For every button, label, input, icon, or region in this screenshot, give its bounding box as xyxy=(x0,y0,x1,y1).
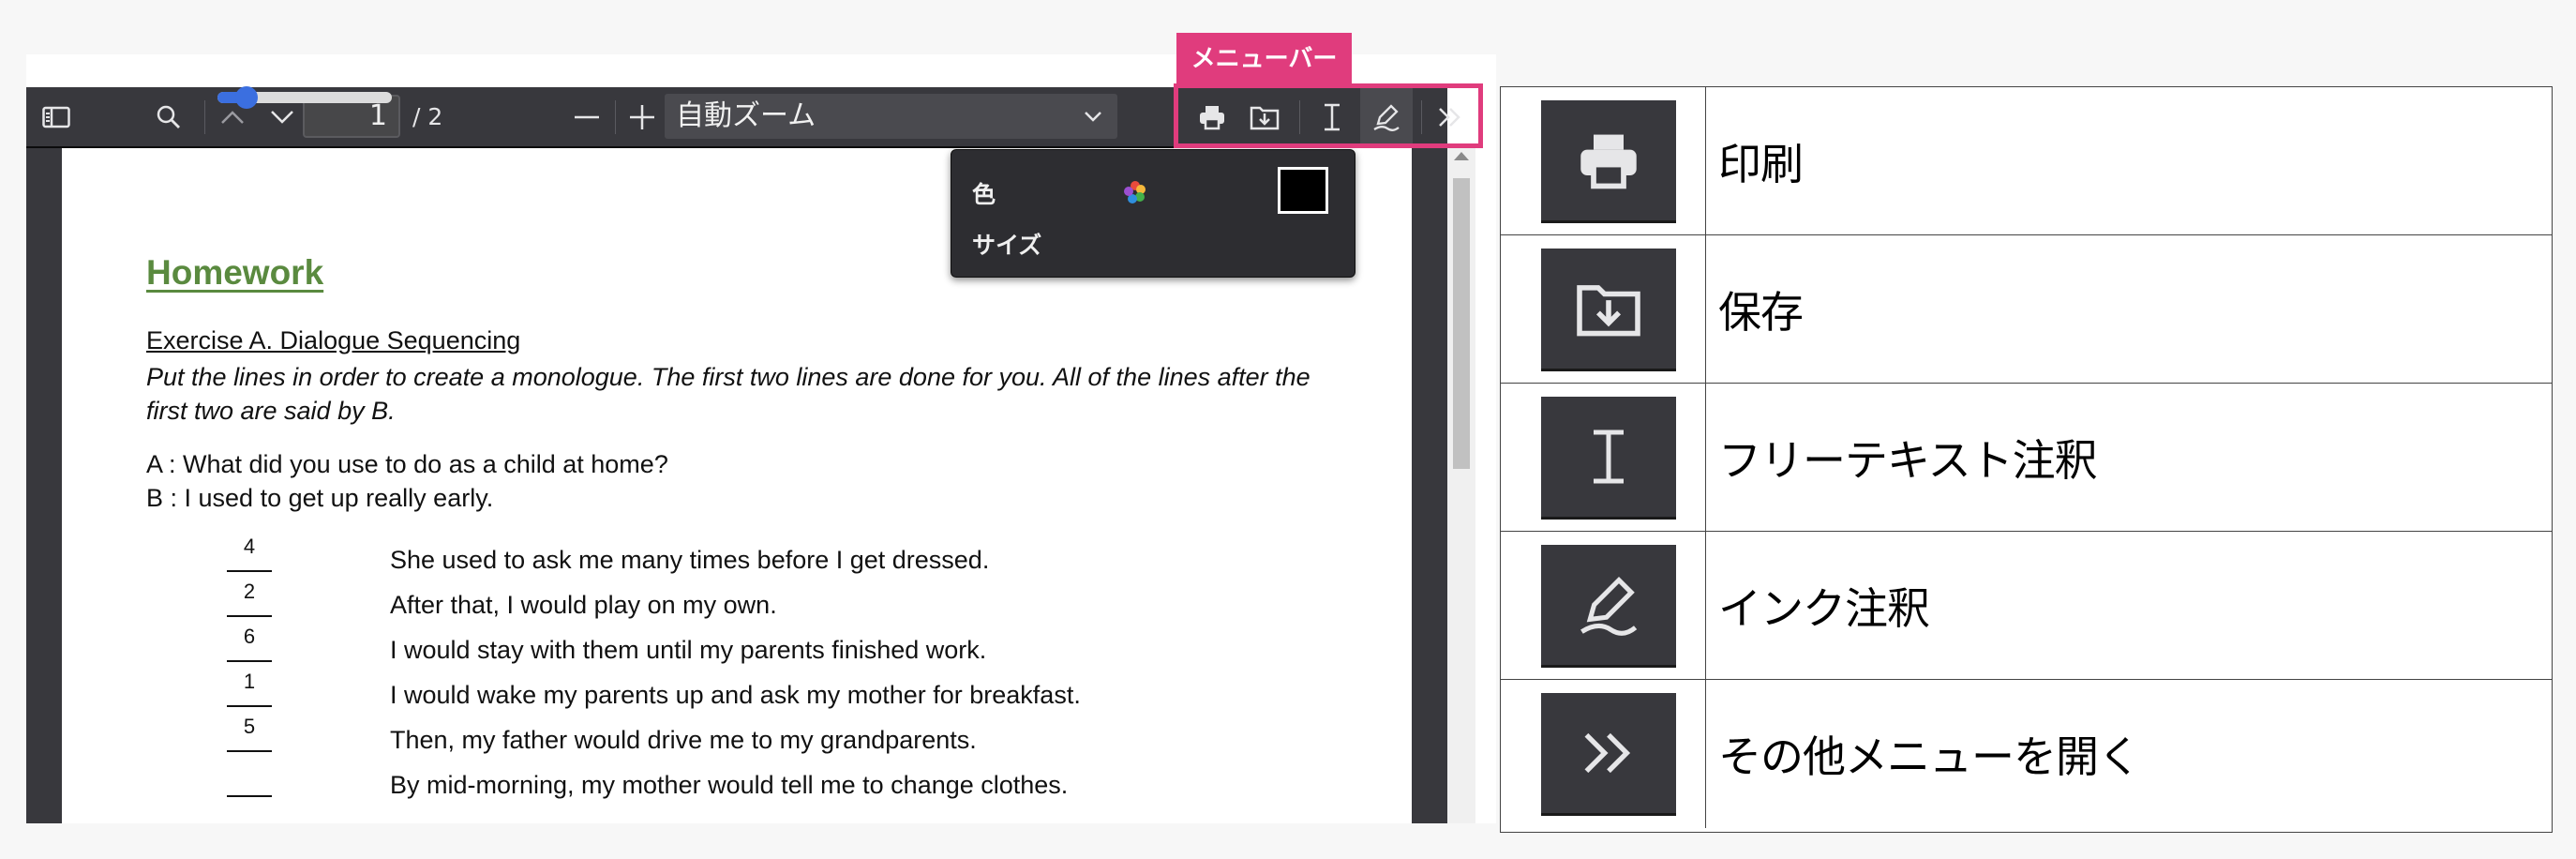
legend-row: 保存 xyxy=(1501,235,2552,384)
ink-size-label: サイズ xyxy=(972,232,1042,259)
menubar-callout-label: メニューバー xyxy=(1176,33,1352,86)
item-text: I would wake my parents up and ask my mo… xyxy=(390,681,1081,709)
zoom-in-button[interactable] xyxy=(616,87,668,146)
item-text: She used to ask me many times before I g… xyxy=(390,546,990,574)
doc-title: Homework xyxy=(146,253,324,292)
legend-row: インク注釈 xyxy=(1501,532,2552,680)
color-wheel-icon xyxy=(1124,181,1146,203)
list-item: 2 After that, I would play on my own. xyxy=(227,580,1352,630)
pen-icon-tile xyxy=(1541,545,1676,665)
viewer-left-margin xyxy=(26,148,62,823)
exercise-heading: Exercise A. Dialogue Sequencing xyxy=(146,326,521,354)
ink-color-picker[interactable] xyxy=(1278,167,1328,214)
scrollbar-thumb[interactable] xyxy=(1453,178,1470,469)
item-text: I would stay with them until my parents … xyxy=(390,636,987,664)
answer-blank: 5 xyxy=(227,715,272,752)
print-icon-tile xyxy=(1541,100,1676,220)
legend-label: 保存 xyxy=(1718,286,1804,338)
list-item: 1 I would wake my parents up and ask my m… xyxy=(227,670,1352,720)
sidebar-toggle-icon xyxy=(42,106,70,128)
answer-blank: 2 xyxy=(227,580,272,617)
legend-row: フリーテキスト注釈 xyxy=(1501,384,2552,532)
chevron-down-icon xyxy=(271,110,293,124)
search-icon xyxy=(157,105,180,128)
text-cursor-icon-tile xyxy=(1541,397,1676,517)
exercise-instruction: Put the lines in order to create a monol… xyxy=(146,363,1310,425)
list-item: 5 Then, my father would drive me to my gr… xyxy=(227,715,1352,765)
legend-label: その他メニューを開く xyxy=(1718,731,2141,782)
legend-label: 印刷 xyxy=(1718,138,1804,189)
sidebar-toggle-button[interactable] xyxy=(30,87,82,146)
list-item: 6 I would stay with them until my parents… xyxy=(227,625,1352,675)
ink-size-slider-thumb[interactable] xyxy=(235,86,258,109)
double-chevron-right-icon-tile xyxy=(1541,693,1676,813)
item-text: Then, my father would drive me to my gra… xyxy=(390,726,977,754)
save-icon xyxy=(1577,285,1640,337)
search-button[interactable] xyxy=(142,87,195,146)
legend-table: 印刷 保存 フリーテキスト注釈 インク注釈 その他メニューを開く xyxy=(1500,86,2553,833)
text-cursor-icon xyxy=(1594,430,1624,484)
legend-row: その他メニューを開く xyxy=(1501,680,2552,828)
menubar-highlight-box xyxy=(1174,83,1483,148)
legend-label: インク注釈 xyxy=(1718,582,1930,634)
viewer-right-margin xyxy=(1412,148,1447,823)
answer-blank xyxy=(227,760,272,797)
item-text: After that, I would play on my own. xyxy=(390,591,777,619)
scroll-up-arrow[interactable] xyxy=(1454,152,1469,160)
item-text: By mid-morning, my mother would tell me … xyxy=(390,771,1069,799)
ink-editor-popup: 色 サイズ xyxy=(951,149,1355,278)
legend-row: 印刷 xyxy=(1501,87,2552,235)
answer-blank: 1 xyxy=(227,670,272,707)
pen-icon xyxy=(1580,577,1638,636)
zoom-out-button[interactable] xyxy=(561,87,613,146)
list-item: 4 She used to ask me many times before I … xyxy=(227,535,1352,585)
dialogue-line-a: A : What did you use to do as a child at… xyxy=(146,450,668,478)
print-icon xyxy=(1580,134,1637,189)
zoom-select-value: 自動ズーム xyxy=(676,99,816,132)
double-chevron-right-icon xyxy=(1584,732,1631,774)
legend-label: フリーテキスト注釈 xyxy=(1718,434,2098,486)
minus-icon xyxy=(575,115,599,118)
save-icon-tile xyxy=(1541,249,1676,369)
zoom-select[interactable]: 自動ズーム xyxy=(665,94,1117,139)
ink-color-label: 色 xyxy=(972,181,996,208)
dialogue-line-b: B : I used to get up really early. xyxy=(146,484,494,512)
chevron-down-icon xyxy=(1085,112,1101,122)
page-total: / 2 xyxy=(412,103,443,130)
list-item: By mid-morning, my mother would tell me … xyxy=(227,765,1352,810)
chevron-up-icon xyxy=(221,110,244,124)
answer-blank: 6 xyxy=(227,625,272,662)
answer-blank: 4 xyxy=(227,535,272,572)
plus-icon xyxy=(630,104,654,129)
